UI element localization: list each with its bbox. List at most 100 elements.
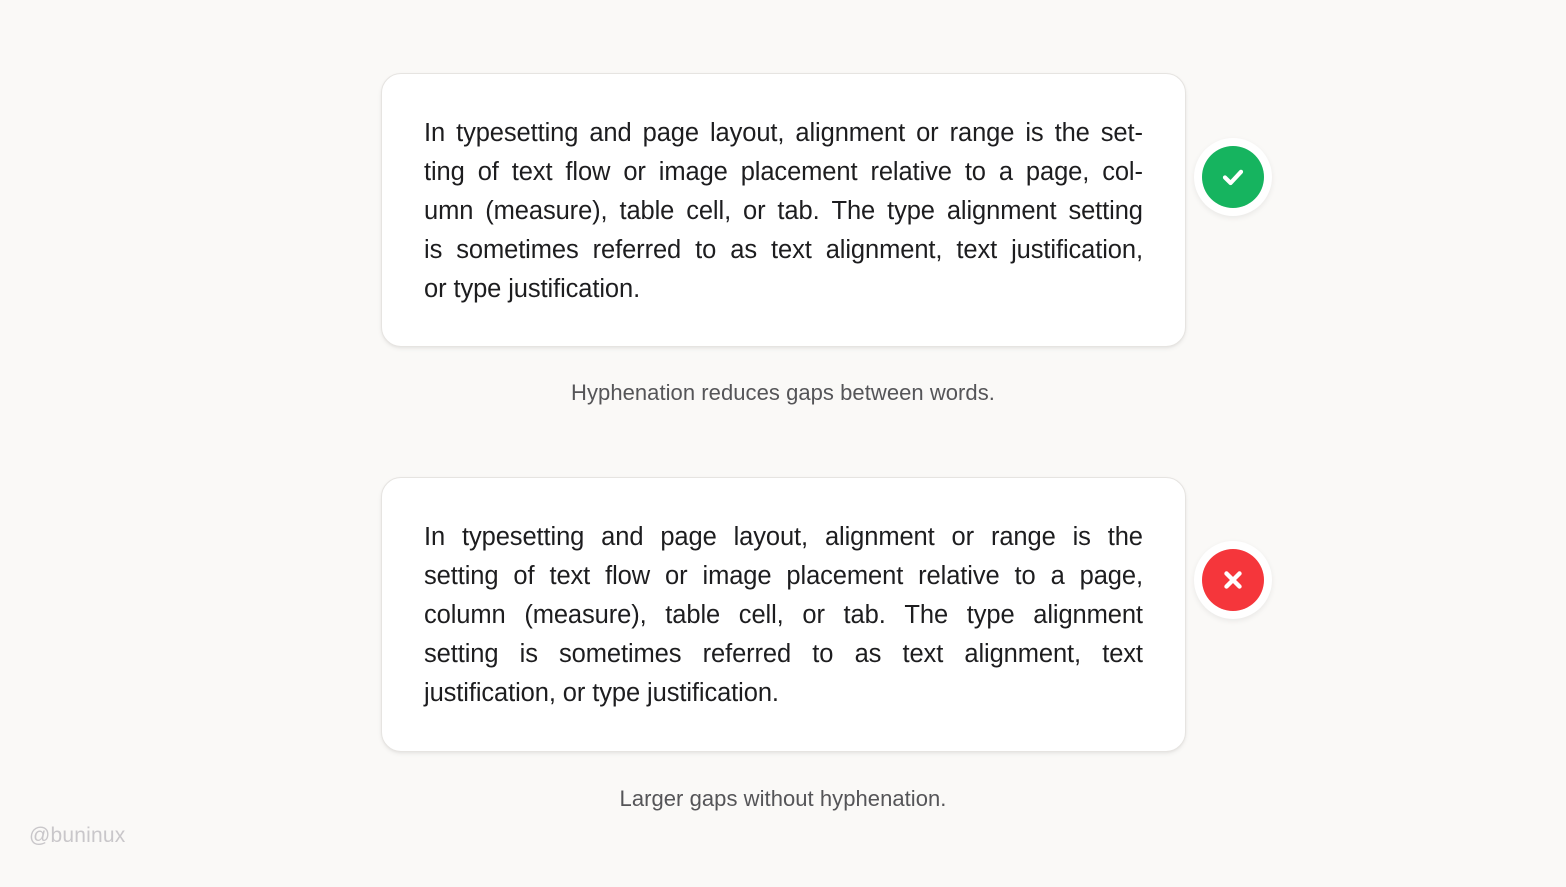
word: image [658, 158, 728, 186]
word: the [1107, 523, 1143, 551]
text-line: column (measure), table cell, or tab. The type a… [424, 596, 1143, 635]
word: sometimes [456, 236, 579, 264]
text-sample-card-not-hyphenated: In typesetting and page layout, alignment or ra… [381, 477, 1186, 752]
text-line: is sometimes referred to as text alignment, tex… [424, 231, 1143, 270]
word: tab. [777, 197, 820, 225]
word: table [665, 601, 721, 629]
justified-hyphenated-text: In typesetting and page layout, alignment or ra… [424, 114, 1143, 309]
word: layout, [733, 523, 809, 551]
comparison-stage: In typesetting and page layout, alignment or ra… [0, 0, 1566, 887]
text-line: umn (measure), table cell, or tab. The type alig… [424, 192, 1143, 231]
word: placement [740, 158, 858, 186]
word: typesetting [456, 119, 579, 147]
word: placement [786, 562, 904, 590]
word: alignment, [825, 236, 943, 264]
word: sometimes [559, 640, 682, 668]
word: cell, [738, 601, 784, 629]
word: page, [1079, 562, 1143, 590]
word: is [1025, 119, 1044, 147]
text-line: ting of text flow or image placement relative to… [424, 153, 1143, 192]
word: umn [424, 197, 474, 225]
word: of [477, 158, 499, 186]
word: range [949, 119, 1015, 147]
word: a [998, 158, 1013, 186]
word: to [1014, 562, 1036, 590]
word: justification, [1011, 236, 1143, 264]
check-circle-icon [1202, 146, 1264, 208]
caption-not-hyphenated: Larger gaps without hyphenation. [619, 786, 947, 811]
text-line: setting is sometimes referred to as text alignm… [424, 635, 1143, 674]
word: image [702, 562, 772, 590]
word: and [589, 119, 632, 147]
word: alignment, [964, 640, 1082, 668]
word: the [1054, 119, 1090, 147]
word: to [964, 158, 986, 186]
word: set- [1100, 119, 1143, 147]
word: relative [870, 158, 952, 186]
text-line: In typesetting and page layout, alignment or ra… [424, 518, 1143, 557]
x-circle-icon [1202, 549, 1264, 611]
word: or [623, 158, 646, 186]
word: page [660, 523, 717, 551]
word: alignment [824, 523, 935, 551]
word: col- [1102, 158, 1143, 186]
word: referred [592, 236, 682, 264]
word: or [743, 197, 766, 225]
word: type [966, 601, 1015, 629]
word: or [665, 562, 688, 590]
status-badge-invalid [1194, 541, 1272, 619]
word: alignment [1033, 601, 1143, 629]
caption-hyphenated: Hyphenation reduces gaps between words. [571, 380, 995, 405]
justified-plain-text: In typesetting and page layout, alignment or ra… [424, 518, 1143, 713]
word: (measure), [485, 197, 608, 225]
word: column [424, 601, 506, 629]
word: setting [424, 562, 499, 590]
watermark-handle: @buninux [29, 824, 126, 847]
word: flow [605, 562, 651, 590]
text-line: or type justification. [424, 275, 641, 303]
word: typesetting [462, 523, 585, 551]
text-line: justification, or type justification. [424, 679, 779, 707]
word: setting [424, 640, 499, 668]
word: as [854, 640, 882, 668]
word: is [1072, 523, 1091, 551]
word: ting [424, 158, 465, 186]
word: referred [702, 640, 792, 668]
word: The [904, 601, 949, 629]
word: In [424, 119, 446, 147]
word: (measure), [524, 601, 647, 629]
word: alignment [946, 197, 1057, 225]
word: to [695, 236, 717, 264]
word: is [424, 236, 443, 264]
word: text [511, 158, 553, 186]
text-line: setting of text flow or image placement relativ… [424, 557, 1143, 596]
word: text [902, 640, 944, 668]
word: text [956, 236, 998, 264]
word: or [951, 523, 975, 551]
word: to [812, 640, 834, 668]
word: or [802, 601, 825, 629]
word: page, [1025, 158, 1090, 186]
word: text [771, 236, 812, 264]
word: a [1050, 562, 1065, 590]
word: range [990, 523, 1056, 551]
word: text [1102, 640, 1143, 668]
word: The [831, 197, 876, 225]
word: table [619, 197, 675, 225]
word: as [730, 236, 757, 264]
word: cell, [686, 197, 732, 225]
word: or [916, 119, 939, 147]
word: In [424, 523, 446, 551]
text-line: In typesetting and page layout, alignment or ra… [424, 114, 1143, 153]
word: type [887, 197, 935, 225]
text-sample-card-hyphenated: In typesetting and page layout, alignment or ra… [381, 73, 1186, 347]
status-badge-valid [1194, 138, 1272, 216]
word: alignment [795, 119, 906, 147]
word: page [642, 119, 699, 147]
word: layout, [709, 119, 785, 147]
word: and [601, 523, 644, 551]
word: is [519, 640, 538, 668]
word: tab. [843, 601, 886, 629]
word: of [513, 562, 535, 590]
word: setting [1068, 197, 1143, 225]
